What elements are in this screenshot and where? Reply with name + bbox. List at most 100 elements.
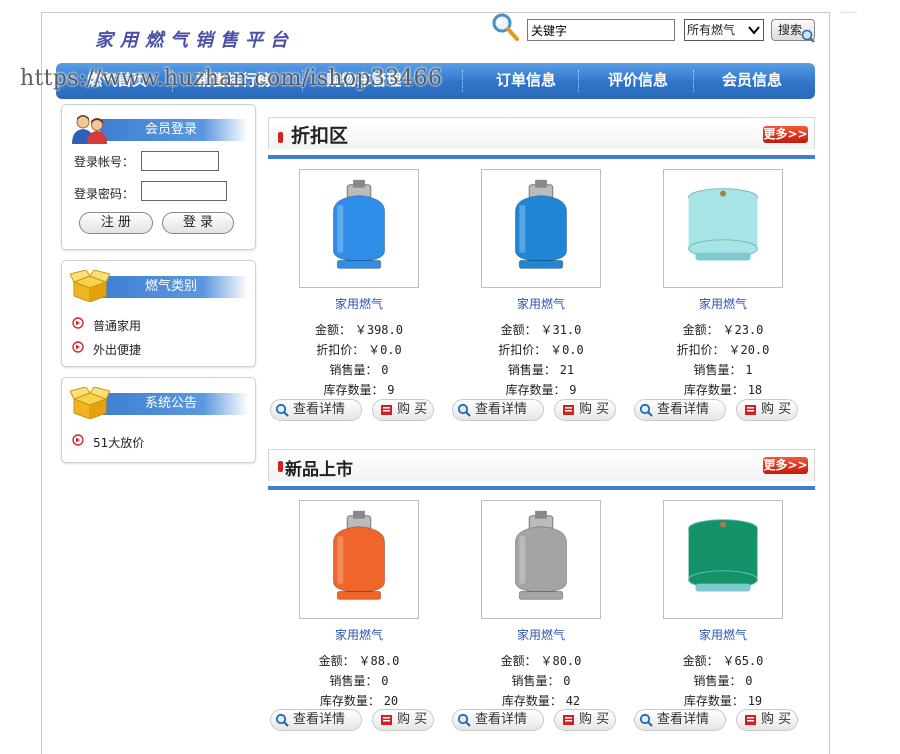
gas-cylinder-image bbox=[688, 519, 758, 592]
notice-label: 51大放价 bbox=[93, 436, 145, 450]
view-details-label: 查看详情 bbox=[657, 402, 710, 417]
view-details-button[interactable]: 查看详情 bbox=[270, 709, 362, 731]
nav-item-reviews[interactable]: 评价信息 bbox=[588, 63, 688, 99]
product-discount-value: ￥20.0 bbox=[728, 343, 770, 357]
product-name-link[interactable]: 家用燃气 bbox=[632, 626, 814, 643]
view-details-label: 查看详情 bbox=[475, 712, 528, 727]
view-details-button[interactable]: 查看详情 bbox=[270, 399, 362, 421]
site-logo[interactable]: 家用燃气销售平台 bbox=[95, 26, 295, 52]
section-marker bbox=[278, 461, 283, 472]
product-sales-label: 销售量： bbox=[693, 674, 742, 688]
box-icon bbox=[70, 387, 110, 419]
new-more-button[interactable]: 更多>> bbox=[763, 457, 808, 474]
product-name-link[interactable]: 家用燃气 bbox=[450, 295, 632, 312]
buy-label: 购 买 bbox=[579, 712, 610, 727]
product-price-label: 金额： bbox=[315, 323, 352, 337]
watermark-text: https://www.huzhan.com/ishop33466 bbox=[20, 66, 443, 91]
product-image[interactable] bbox=[663, 500, 783, 619]
product-sales-label: 销售量： bbox=[511, 674, 560, 688]
login-button[interactable]: 登 录 bbox=[162, 212, 234, 234]
gas-cylinder-image bbox=[514, 510, 568, 600]
product-stock-line: 库存数量： 19 bbox=[632, 692, 814, 709]
nav-item-orders[interactable]: 订单信息 bbox=[476, 63, 576, 99]
product-sales-line: 销售量： 0 bbox=[632, 672, 814, 689]
buy-label: 购 买 bbox=[579, 402, 610, 417]
login-panel: 会员登录 登录帐号： 登录密码： 注 册 登 录 bbox=[61, 104, 256, 250]
notice-panel-header: 系统公告 bbox=[70, 387, 248, 419]
product-sales-value: 0 bbox=[745, 674, 753, 688]
buy-button[interactable]: 购 买 bbox=[372, 709, 434, 731]
buy-button[interactable]: 购 买 bbox=[372, 399, 434, 421]
category-panel: 燃气类别 普通家用 外出便捷 bbox=[61, 260, 256, 367]
product-name-link[interactable]: 家用燃气 bbox=[450, 626, 632, 643]
box-icon bbox=[70, 270, 110, 302]
product-price-line: 金额： ￥88.0 bbox=[268, 652, 450, 669]
category-label: 普通家用 bbox=[93, 319, 142, 333]
product-stock-value: 42 bbox=[565, 694, 581, 708]
account-input[interactable] bbox=[141, 151, 219, 171]
product-discount-value: ￥0.0 bbox=[550, 343, 584, 357]
product-stock-line: 库存数量： 20 bbox=[268, 692, 450, 709]
view-details-button[interactable]: 查看详情 bbox=[452, 709, 544, 731]
product-price-value: ￥65.0 bbox=[722, 654, 764, 668]
view-details-button[interactable]: 查看详情 bbox=[634, 709, 726, 731]
cart-icon bbox=[563, 405, 574, 415]
arrow-bullet-icon bbox=[72, 341, 84, 353]
new-section-header: 新品上市 更多>> bbox=[268, 449, 815, 481]
arrow-bullet-icon bbox=[72, 434, 84, 446]
nav-divider bbox=[578, 70, 579, 92]
search-input[interactable] bbox=[527, 19, 675, 41]
search-button-label: 搜索 bbox=[778, 23, 803, 37]
login-panel-title: 会员登录 bbox=[144, 122, 197, 137]
view-details-label: 查看详情 bbox=[293, 712, 346, 727]
product-image[interactable] bbox=[299, 500, 419, 619]
product-stock-label: 库存数量： bbox=[319, 694, 380, 708]
product-stock-line: 库存数量： 9 bbox=[268, 381, 450, 398]
view-details-button[interactable]: 查看详情 bbox=[634, 399, 726, 421]
product-stock-line: 库存数量： 9 bbox=[450, 381, 632, 398]
product-price-value: ￥398.0 bbox=[354, 323, 403, 337]
cart-icon bbox=[745, 715, 756, 725]
category-label: 外出便捷 bbox=[93, 343, 142, 357]
notice-panel: 系统公告 51大放价 bbox=[61, 377, 256, 463]
product-discount-line: 折扣价： ￥20.0 bbox=[632, 341, 814, 358]
cart-icon bbox=[745, 405, 756, 415]
section-divider bbox=[268, 155, 815, 159]
buy-button[interactable]: 购 买 bbox=[736, 399, 798, 421]
product-stock-label: 库存数量： bbox=[505, 383, 566, 397]
product-stock-value: 9 bbox=[387, 383, 395, 397]
product-sales-line: 销售量： 1 bbox=[632, 361, 814, 378]
buy-button[interactable]: 购 买 bbox=[736, 709, 798, 731]
notice-panel-title: 系统公告 bbox=[144, 396, 197, 411]
product-stock-value: 20 bbox=[383, 694, 399, 708]
nav-item-member[interactable]: 会员信息 bbox=[702, 63, 802, 99]
discount-more-button[interactable]: 更多>> bbox=[763, 126, 808, 143]
gas-cylinder-image bbox=[688, 188, 758, 261]
view-details-button[interactable]: 查看详情 bbox=[452, 399, 544, 421]
product-price-label: 金额： bbox=[318, 654, 355, 668]
buy-button[interactable]: 购 买 bbox=[554, 709, 616, 731]
view-details-label: 查看详情 bbox=[293, 402, 346, 417]
category-select[interactable]: 所有燃气 bbox=[684, 19, 764, 41]
product-stock-label: 库存数量： bbox=[683, 383, 744, 397]
buy-label: 购 买 bbox=[397, 712, 428, 727]
buy-button[interactable]: 购 买 bbox=[554, 399, 616, 421]
product-name-link[interactable]: 家用燃气 bbox=[268, 295, 450, 312]
product-sales-line: 销售量： 0 bbox=[268, 672, 450, 689]
register-button[interactable]: 注 册 bbox=[79, 212, 153, 234]
buy-label: 购 买 bbox=[761, 402, 792, 417]
search-button[interactable]: 搜索 bbox=[771, 19, 815, 43]
product-stock-value: 18 bbox=[747, 383, 763, 397]
gas-cylinder-image bbox=[514, 179, 568, 269]
product-image[interactable] bbox=[481, 500, 601, 619]
product-price-line: 金额： ￥80.0 bbox=[450, 652, 632, 669]
product-image[interactable] bbox=[299, 169, 419, 288]
product-image[interactable] bbox=[663, 169, 783, 288]
product-sales-value: 21 bbox=[559, 363, 575, 377]
chevron-down-icon bbox=[748, 26, 760, 35]
product-name-link[interactable]: 家用燃气 bbox=[632, 295, 814, 312]
password-input[interactable] bbox=[141, 181, 227, 201]
password-label: 登录密码： bbox=[74, 187, 135, 201]
product-image[interactable] bbox=[481, 169, 601, 288]
product-name-link[interactable]: 家用燃气 bbox=[268, 626, 450, 643]
